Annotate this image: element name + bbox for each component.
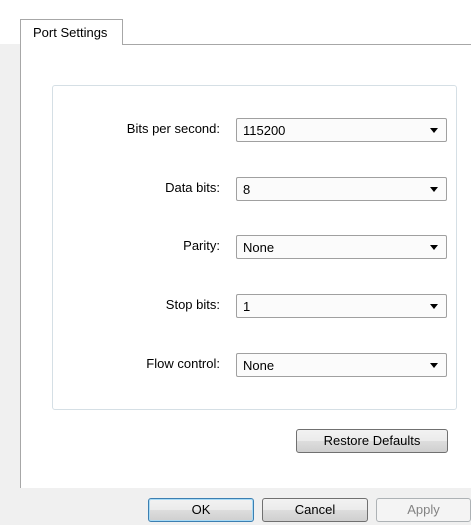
port-settings-group: Bits per second: 115200 Data bits: 8 Par…: [52, 85, 457, 410]
bits-per-second-dropdown[interactable]: 115200: [236, 118, 447, 142]
stop-bits-label: Stop bits:: [165, 297, 220, 312]
data-bits-label: Data bits:: [165, 180, 220, 195]
parity-dropdown[interactable]: None: [236, 235, 447, 259]
chevron-down-icon: [430, 245, 438, 250]
bits-per-second-label: Bits per second:: [126, 121, 220, 136]
data-bits-value: 8: [243, 182, 251, 197]
port-settings-page: Bits per second: 115200 Data bits: 8 Par…: [20, 44, 471, 488]
flow-control-value: None: [243, 358, 275, 373]
flow-control-dropdown[interactable]: None: [236, 353, 447, 377]
bits-per-second-value: 115200: [243, 123, 286, 138]
parity-label: Parity:: [183, 238, 220, 253]
flow-control-label: Flow control:: [146, 356, 220, 371]
tab-port-settings-label: Port Settings: [33, 25, 108, 40]
chevron-down-icon: [430, 304, 438, 309]
ok-button[interactable]: OK: [148, 498, 254, 522]
data-bits-dropdown[interactable]: 8: [236, 177, 447, 201]
cancel-button[interactable]: Cancel: [262, 498, 368, 522]
chevron-down-icon: [430, 128, 438, 133]
stop-bits-dropdown[interactable]: 1: [236, 294, 447, 318]
restore-defaults-button[interactable]: Restore Defaults: [296, 429, 448, 453]
properties-dialog: Port Settings Bits per second: 115200 Da…: [0, 0, 471, 525]
parity-value: None: [243, 240, 275, 255]
stop-bits-value: 1: [243, 299, 251, 314]
chevron-down-icon: [430, 187, 438, 192]
apply-button[interactable]: Apply: [376, 498, 471, 522]
chevron-down-icon: [430, 363, 438, 368]
tab-port-settings[interactable]: Port Settings: [20, 19, 123, 45]
